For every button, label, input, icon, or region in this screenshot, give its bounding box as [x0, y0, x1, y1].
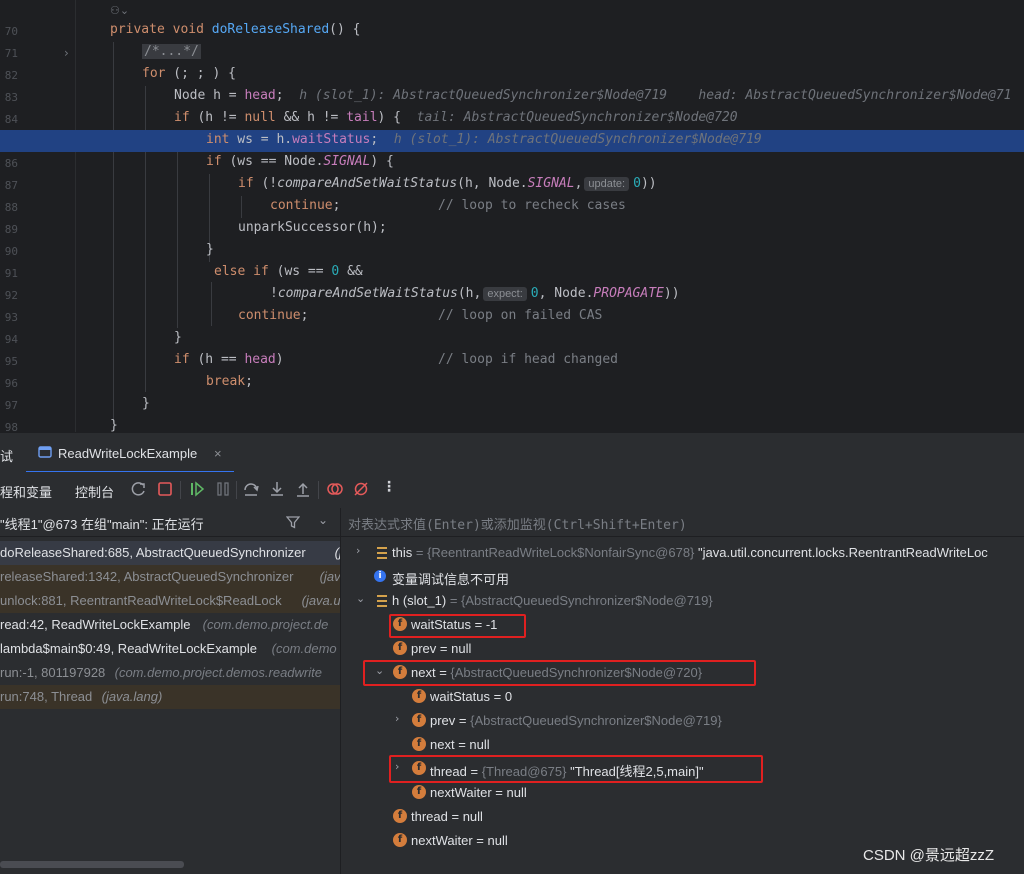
step-into-icon[interactable]	[268, 480, 286, 498]
field-f-icon: f	[412, 785, 426, 799]
run-config-icon	[38, 446, 52, 458]
field-f-icon: f	[393, 809, 407, 823]
code-editor[interactable]: 70 71 82 83 84 85 86 87 88 89 90 91 92 9…	[0, 0, 1024, 432]
code-line[interactable]: if (!compareAndSetWaitStatus(h, Node.SIG…	[0, 174, 1024, 196]
stack-frame-row[interactable]: run:-1, 801197928 (com.demo.project.demo…	[0, 661, 340, 685]
stack-frame-row[interactable]: releaseShared:1342, AbstractQueuedSynchr…	[0, 565, 340, 589]
code-line[interactable]: /*...*/	[0, 42, 1024, 64]
code-line[interactable]: }	[0, 416, 1024, 432]
variable-row[interactable]: › f prev = {AbstractQueuedSynchronizer$N…	[341, 709, 1024, 733]
code-line[interactable]: Node h = head; h (slot_1): AbstractQueue…	[0, 86, 1024, 108]
horizontal-scrollbar[interactable]	[0, 861, 184, 868]
code-line[interactable]: private void doReleaseShared() {	[0, 20, 1024, 42]
inline-debug-value: tail: AbstractQueuedSynchronizer$Node@72…	[416, 110, 738, 125]
tab-threads-variables[interactable]: 程和变量	[0, 482, 52, 501]
pause-icon[interactable]	[214, 480, 232, 498]
field-f-icon: f	[393, 641, 407, 655]
debug-tab-label[interactable]: 试	[0, 446, 13, 465]
thread-selector-label: "线程1"@673 在组"main": 正在运行	[0, 517, 204, 532]
parameter-hint: expect:	[483, 287, 527, 301]
info-row: i 变量调试信息不可用	[341, 565, 1024, 589]
info-icon: i	[374, 570, 386, 582]
inline-debug-value: h (slot_1): AbstractQueuedSynchronizer$N…	[393, 132, 762, 147]
stack-frame-row[interactable]: read:42, ReadWriteLockExample (com.demo.…	[0, 613, 340, 637]
parameter-hint: update:	[584, 177, 630, 191]
variable-row[interactable]: › this = {ReentrantReadWriteLock$Nonfair…	[341, 541, 1024, 565]
code-line[interactable]: if (h != null && h != tail) { tail: Abst…	[0, 108, 1024, 130]
rerun-icon[interactable]	[130, 480, 148, 498]
variable-row[interactable]: f prev = null	[341, 637, 1024, 661]
step-over-icon[interactable]	[242, 480, 260, 498]
evaluate-placeholder: 对表达式求值(Enter)或添加监视(Ctrl+Shift+Enter)	[348, 518, 687, 533]
stack-frame-row[interactable]: doReleaseShared:685, AbstractQueuedSynch…	[0, 541, 340, 565]
variable-row[interactable]: f waitStatus = 0	[341, 685, 1024, 709]
resume-icon[interactable]	[188, 480, 206, 498]
variable-row[interactable]: f nextWaiter = null	[341, 781, 1024, 805]
code-line[interactable]: break;	[0, 372, 1024, 394]
field-f-icon: f	[412, 689, 426, 703]
frames-panel: "线程1"@673 在组"main": 正在运行 ⌄ doReleaseShar…	[0, 508, 341, 874]
stack-frame-row[interactable]: run:748, Thread (java.lang)	[0, 685, 340, 709]
code-line[interactable]: continue; // loop on failed CAS	[0, 306, 1024, 328]
code-line[interactable]: for (; ; ) {	[0, 64, 1024, 86]
view-breakpoints-icon[interactable]	[326, 480, 344, 498]
field-f-icon: f	[393, 833, 407, 847]
evaluate-expression-field[interactable]: 对表达式求值(Enter)或添加监视(Ctrl+Shift+Enter)	[341, 508, 1024, 537]
field-icon	[377, 547, 387, 559]
annotation-box	[363, 660, 756, 686]
debugger-toolbar: 程和变量 控制台 ⋮	[0, 472, 1024, 509]
variable-row[interactable]: f next = null	[341, 733, 1024, 757]
usages-icon[interactable]: ⚇⌄	[110, 4, 129, 17]
code-line[interactable]: }	[0, 240, 1024, 262]
code-line[interactable]: if (h == head) // loop if head changed	[0, 350, 1024, 372]
filter-icon[interactable]	[286, 515, 300, 529]
annotation-box	[389, 614, 526, 638]
code-line[interactable]: }	[0, 394, 1024, 416]
more-options-icon[interactable]: ⋮	[382, 479, 396, 495]
code-line[interactable]: unparkSuccessor(h);	[0, 218, 1024, 240]
chevron-down-icon[interactable]: ⌄	[318, 513, 328, 527]
code-line[interactable]: }	[0, 328, 1024, 350]
collapse-arrow-icon: ⌄	[356, 592, 366, 605]
code-line[interactable]: if (ws == Node.SIGNAL) {	[0, 152, 1024, 174]
stack-frame-row[interactable]: lambda$main$0:49, ReadWriteLockExample (…	[0, 637, 340, 661]
thread-selector[interactable]: "线程1"@673 在组"main": 正在运行 ⌄	[0, 508, 340, 537]
expand-arrow-icon: ›	[395, 712, 400, 725]
code-line[interactable]: else if (ws == 0 &&	[0, 262, 1024, 284]
variable-row[interactable]: f thread = null	[341, 805, 1024, 829]
stack-frame-row[interactable]: unlock:881, ReentrantReadWriteLock$ReadL…	[0, 589, 340, 613]
step-out-icon[interactable]	[294, 480, 312, 498]
field-f-icon: f	[412, 713, 426, 727]
stop-icon[interactable]	[156, 480, 174, 498]
field-f-icon: f	[412, 737, 426, 751]
tab-readwritelockexample[interactable]: ReadWriteLockExample ×	[26, 433, 234, 473]
close-tab-icon[interactable]: ×	[214, 446, 222, 461]
variable-row[interactable]: ⌄ h (slot_1) = {AbstractQueuedSynchroniz…	[341, 589, 1024, 613]
mute-breakpoints-icon[interactable]	[352, 480, 370, 498]
variables-panel: 对表达式求值(Enter)或添加监视(Ctrl+Shift+Enter) › t…	[341, 508, 1024, 874]
code-line[interactable]: !compareAndSetWaitStatus(h, expect: 0, Nod…	[0, 284, 1024, 306]
expand-arrow-icon: ›	[356, 544, 361, 557]
execution-point-line[interactable]: int ws = h.waitStatus; h (slot_1): Abstr…	[0, 130, 1024, 152]
inline-debug-value: h (slot_1): AbstractQueuedSynchronizer$N…	[299, 88, 1012, 103]
debug-tool-window-header: 试 ReadWriteLockExample ×	[0, 432, 1024, 473]
tab-console[interactable]: 控制台	[75, 482, 114, 501]
field-icon	[377, 595, 387, 607]
tab-label: ReadWriteLockExample	[58, 446, 198, 461]
annotation-box	[389, 755, 763, 783]
watermark-text: CSDN @景远超zzZ	[863, 847, 995, 864]
folded-comment: /*...*/	[142, 44, 201, 59]
code-line[interactable]: continue; // loop to recheck cases	[0, 196, 1024, 218]
